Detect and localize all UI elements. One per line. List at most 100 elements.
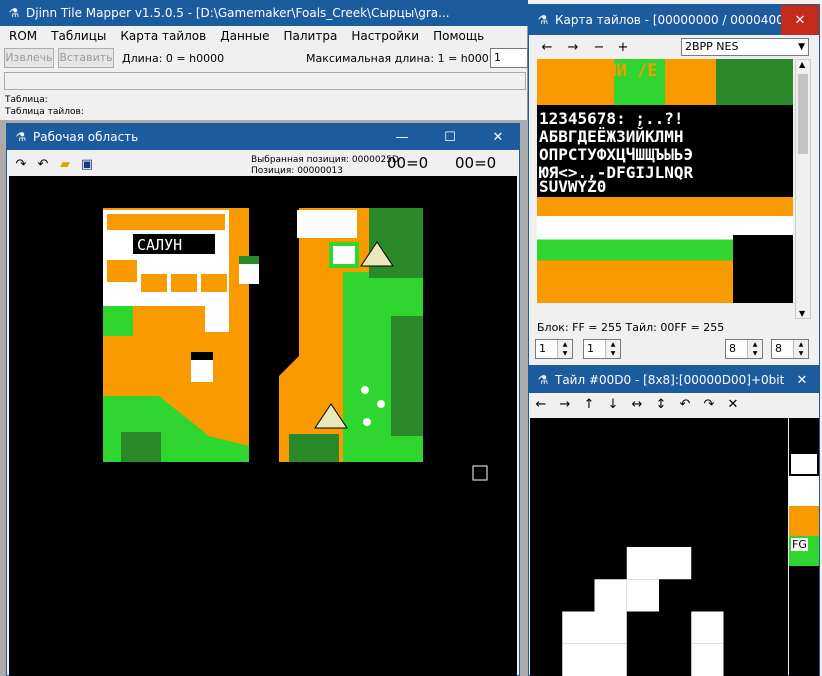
main-titlebar[interactable]: ⚗ Djinn Tile Mapper v1.5.0.5 - [D:\Gamem…	[0, 0, 528, 26]
format-select-value: 2BPP NES	[685, 40, 739, 53]
shift-up-icon[interactable]: ↑	[579, 394, 599, 414]
max-length-label: Максимальная длина: 1 = h0001	[306, 52, 496, 65]
tile-editor-window: ⚗ Тайл #00D0 - [8x8]:[00000D00]+0bit ✕ ←…	[528, 366, 820, 676]
spin-arrows-icon[interactable]: ▲ ▼	[747, 340, 762, 358]
tile-pixel[interactable]	[626, 547, 659, 580]
tile-editor-close-button[interactable]: ✕	[787, 367, 817, 393]
open-folder-icon[interactable]: ▰	[55, 154, 75, 174]
minus-icon[interactable]: −	[589, 37, 609, 57]
menu-rom[interactable]: ROM	[9, 29, 37, 43]
menu-tables[interactable]: Таблицы	[51, 29, 106, 43]
tile-sheet[interactable]: STARHЖMИ /E 12345678: ;..?! АБВГДЕЁЖЗИЙК…	[537, 59, 793, 303]
tilemap-title: Карта тайлов - [00000000 / 00004000]	[555, 13, 797, 27]
palette-color-black[interactable]	[789, 418, 819, 446]
scroll-thumb[interactable]	[798, 74, 808, 154]
palette-color-white-2[interactable]	[789, 476, 819, 506]
tile-editor-icon: ⚗	[537, 373, 549, 387]
spin-box-2[interactable]: 1 ▲ ▼	[583, 339, 621, 359]
font-row-5: SUVWYZ0	[539, 177, 607, 196]
app-icon: ⚗	[8, 6, 20, 20]
tile-pixel[interactable]	[691, 611, 724, 644]
palette-color-green-fg[interactable]: FG	[789, 536, 819, 566]
pixel-grid[interactable]	[530, 418, 788, 676]
insert-button[interactable]: Вставить	[58, 48, 114, 68]
plus-icon[interactable]: +	[613, 37, 633, 57]
spin-box-3-value: 8	[729, 342, 736, 355]
tile-table-label: Таблица тайлов:	[5, 107, 84, 117]
game-map-view[interactable]: САЛУН	[9, 176, 517, 676]
pixel-canvas[interactable]	[530, 418, 788, 676]
redo-icon[interactable]: ↷	[11, 154, 31, 174]
spin-box-4-value: 8	[775, 342, 782, 355]
palette-strip: FG	[789, 418, 819, 676]
spin-arrows-icon[interactable]: ▲ ▼	[793, 340, 808, 358]
shift-left-icon[interactable]: ←	[531, 394, 551, 414]
tile-pixel[interactable]	[594, 579, 627, 612]
spin-box-3[interactable]: 8 ▲ ▼	[725, 339, 763, 359]
salon-sign: САЛУН	[137, 236, 182, 254]
hex-input-bar[interactable]	[4, 72, 526, 90]
clear-icon[interactable]: ✕	[723, 394, 743, 414]
shift-down-icon[interactable]: ↓	[603, 394, 623, 414]
shift-right-icon[interactable]: →	[555, 394, 575, 414]
tilemap-close-button[interactable]: ✕	[781, 5, 819, 35]
menu-tilemap[interactable]: Карта тайлов	[120, 29, 206, 43]
spin-arrows-icon[interactable]: ▲ ▼	[557, 340, 572, 358]
table-label: Таблица:	[5, 95, 48, 105]
selected-position-label: Выбранная позиция: 0000025D	[251, 155, 399, 165]
workspace-title: Рабочая область	[33, 130, 139, 144]
save-icon[interactable]: ▣	[77, 154, 97, 174]
arrow-right-icon[interactable]: →	[563, 37, 583, 57]
tile-editor-titlebar[interactable]: ⚗ Тайл #00D0 - [8x8]:[00000D00]+0bit ✕	[529, 367, 819, 393]
tile-pixel[interactable]	[562, 643, 595, 676]
arrow-left-icon[interactable]: ←	[537, 37, 557, 57]
tile-sheet-black-area	[733, 235, 793, 303]
rotate-right-icon[interactable]: ↷	[699, 394, 719, 414]
max-length-input[interactable]: 1	[490, 48, 528, 68]
workspace-titlebar[interactable]: ⚗ Рабочая область — ☐ ✕	[7, 124, 519, 150]
flip-vertical-icon[interactable]: ↕	[651, 394, 671, 414]
rotate-left-icon[interactable]: ↶	[675, 394, 695, 414]
menu-help[interactable]: Помощь	[433, 29, 484, 43]
font-row-0: STARHЖMИ /E	[545, 61, 658, 81]
font-row-3: ОПРСТУФХЦЧШЩЪЫЬЭ	[539, 145, 694, 164]
workspace-icon: ⚗	[15, 130, 27, 144]
undo-icon[interactable]: ↶	[33, 154, 53, 174]
menu-data[interactable]: Данные	[220, 29, 269, 43]
minimize-button[interactable]: —	[387, 124, 417, 150]
tilemap-window: ⚗ Карта тайлов - [00000000 / 00004000] ✕…	[528, 4, 820, 366]
length-label: Длина: 0 = h0000	[122, 52, 225, 65]
close-button[interactable]: ✕	[483, 124, 513, 150]
menu-settings[interactable]: Настройки	[351, 29, 419, 43]
scroll-down-icon[interactable]: ▼	[799, 309, 805, 318]
extract-button[interactable]: Извлечь	[4, 48, 54, 68]
tile-pixel[interactable]	[626, 579, 659, 612]
block-info: Блок: FF = 255 Тайл: 00FF = 255	[537, 321, 725, 334]
coord-readout-1: 00=0	[387, 154, 429, 172]
tile-pixel[interactable]	[562, 611, 595, 644]
spin-arrows-icon[interactable]: ▲ ▼	[605, 340, 620, 358]
spin-box-1[interactable]: 1 ▲ ▼	[535, 339, 573, 359]
map-cursor	[472, 465, 488, 481]
main-title: Djinn Tile Mapper v1.5.0.5 - [D:\Gamemak…	[26, 6, 450, 20]
tilemap-scrollbar[interactable]: ▲ ▼	[795, 59, 811, 319]
spin-box-1-value: 1	[539, 342, 546, 355]
tile-pixel[interactable]	[659, 547, 692, 580]
spin-box-2-value: 1	[587, 342, 594, 355]
menu-bar: ROM Таблицы Карта тайлов Данные Палитра …	[0, 26, 528, 46]
flip-horizontal-icon[interactable]: ↔	[627, 394, 647, 414]
workspace-canvas[interactable]: САЛУН	[9, 176, 517, 676]
tile-pixel[interactable]	[691, 643, 724, 676]
tile-editor-title: Тайл #00D0 - [8x8]:[00000D00]+0bit	[555, 373, 785, 387]
palette-color-white[interactable]	[789, 446, 819, 476]
tile-pixel[interactable]	[594, 611, 627, 644]
spin-box-4[interactable]: 8 ▲ ▼	[771, 339, 809, 359]
position-label: Позиция: 00000013	[251, 166, 343, 176]
scroll-up-icon[interactable]: ▲	[799, 60, 805, 69]
palette-color-orange[interactable]	[789, 506, 819, 536]
menu-palette[interactable]: Палитра	[284, 29, 338, 43]
format-select[interactable]: 2BPP NES ▼	[681, 38, 809, 56]
tilemap-titlebar[interactable]: ⚗ Карта тайлов - [00000000 / 00004000] ✕	[529, 5, 819, 35]
maximize-button[interactable]: ☐	[435, 124, 465, 150]
tile-pixel[interactable]	[594, 643, 627, 676]
